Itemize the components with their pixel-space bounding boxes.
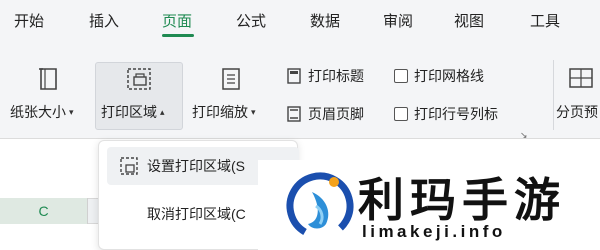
print-gridlines-label: 打印网格线	[414, 68, 484, 84]
chevron-down-icon: ▾	[251, 107, 256, 117]
paper-size-button[interactable]: 纸张大小 ▾	[8, 62, 88, 130]
print-area-button[interactable]: 打印区域 ▴	[95, 62, 183, 130]
ribbon	[0, 46, 600, 138]
tab-review[interactable]: 审阅	[383, 13, 413, 31]
print-titles-button[interactable]: 打印标题	[286, 66, 364, 86]
logo-url: limakeji.info	[362, 222, 506, 241]
set-print-area-label: 设置打印区域(S	[147, 158, 245, 174]
tab-data[interactable]: 数据	[310, 13, 340, 31]
print-gridlines-checkbox[interactable]: 打印网格线	[394, 66, 484, 86]
print-scale-button[interactable]: 打印缩放 ▾	[190, 62, 272, 130]
tab-tools[interactable]: 工具	[530, 13, 560, 31]
page-break-preview-label: 分页预	[556, 104, 598, 120]
chevron-up-icon: ▴	[160, 107, 165, 117]
print-area-label: 打印区域	[101, 104, 157, 120]
print-scale-label: 打印缩放	[192, 104, 248, 120]
tab-view[interactable]: 视图	[454, 13, 484, 31]
menu-bar: 开始 插入 页面 公式 数据 审阅 视图 工具	[0, 0, 600, 46]
page-break-preview-icon	[568, 66, 594, 95]
column-header-c[interactable]: C	[0, 198, 88, 224]
header-footer-label: 页眉页脚	[308, 106, 364, 122]
ribbon-divider	[553, 60, 554, 130]
set-print-area-icon	[119, 156, 139, 176]
print-row-col-headers-label: 打印行号列标	[414, 106, 498, 122]
logo-emblem-icon	[282, 166, 358, 247]
print-titles-label: 打印标题	[308, 68, 364, 84]
print-titles-icon	[286, 67, 302, 85]
print-row-col-headers-checkbox[interactable]: 打印行号列标	[394, 104, 498, 124]
clear-print-area-label: 取消打印区域(C	[147, 206, 246, 222]
tab-formula[interactable]: 公式	[236, 13, 266, 31]
paper-size-label: 纸张大小	[10, 104, 66, 120]
header-footer-button[interactable]: 页眉页脚	[286, 104, 364, 124]
tab-page[interactable]: 页面	[162, 13, 192, 31]
print-scale-icon	[219, 66, 243, 97]
checkbox-icon	[394, 107, 408, 121]
checkbox-icon	[394, 69, 408, 83]
paper-size-icon	[36, 66, 62, 97]
chevron-down-icon: ▾	[69, 107, 74, 117]
watermark-logo: 利玛手游 limakeji.info	[258, 160, 600, 250]
tab-insert[interactable]: 插入	[89, 13, 119, 31]
page-break-preview-button[interactable]: 分页预	[556, 62, 600, 130]
tab-home[interactable]: 开始	[14, 13, 44, 31]
active-tab-indicator	[162, 34, 194, 37]
logo-title: 利玛手游	[358, 174, 566, 226]
print-area-icon	[125, 66, 153, 97]
header-footer-icon	[286, 105, 302, 123]
